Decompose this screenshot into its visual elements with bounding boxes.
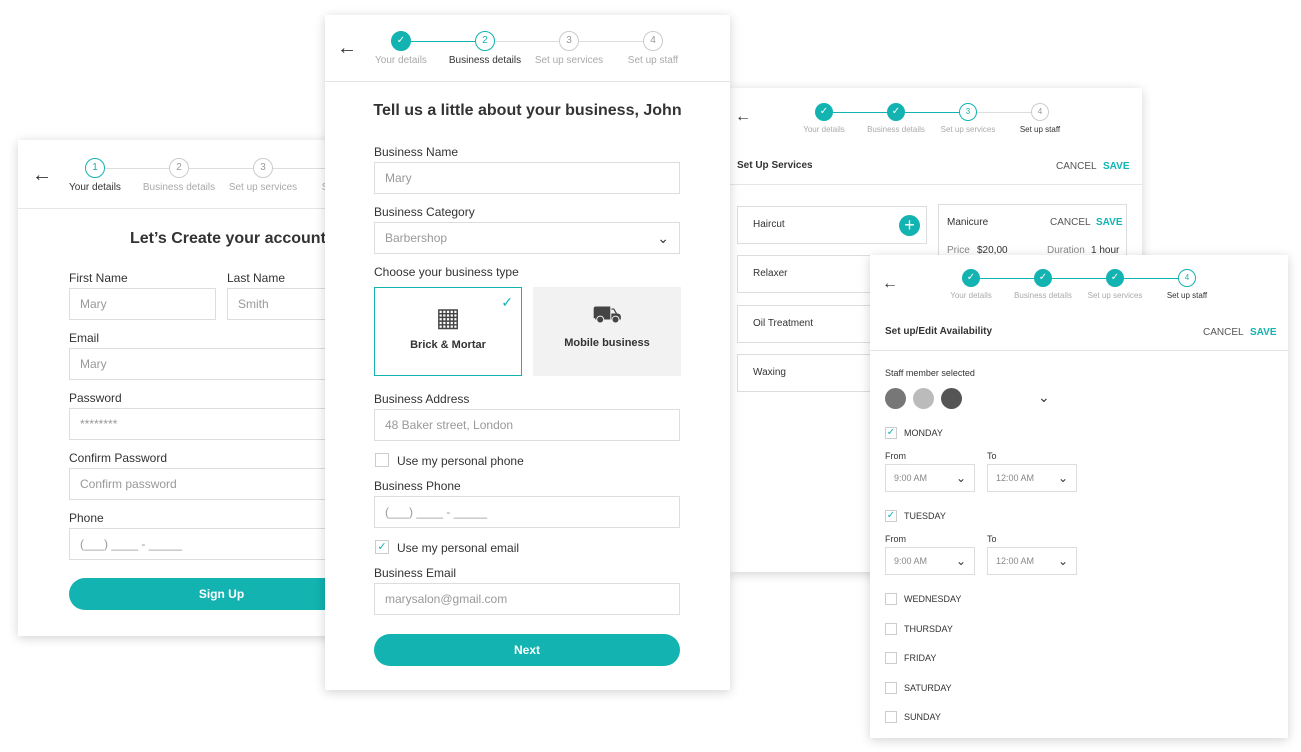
back-arrow-icon[interactable]: ← <box>882 275 898 293</box>
step-set-up-staff: 4Set up staff <box>1137 269 1237 300</box>
detail-cancel-button[interactable]: CANCEL <box>1050 217 1091 228</box>
day-checkbox[interactable] <box>885 622 897 635</box>
business-phone-input[interactable]: (___) ____ - _____ <box>374 496 680 528</box>
day-checkbox[interactable]: ✓ <box>885 510 897 522</box>
day-checkbox[interactable]: ✓ <box>885 427 897 439</box>
page-title: Let’s Create your account <box>130 230 326 247</box>
service-item[interactable]: Haircut + <box>737 206 927 244</box>
building-icon: ▦ <box>435 302 461 332</box>
business-email-input[interactable]: marysalon@gmail.com <box>374 583 680 615</box>
cancel-button[interactable]: CANCEL <box>1203 327 1244 338</box>
chevron-down-icon: ⌄ <box>1057 554 1068 568</box>
selected-category: Barbershop <box>385 231 448 245</box>
personal-email-checkbox[interactable]: ✓ <box>375 540 389 554</box>
option-label: Mobile business <box>564 337 650 349</box>
option-label: Brick & Mortar <box>410 339 486 351</box>
from-time-select[interactable]: 9:00 AM ⌄ <box>885 464 975 492</box>
day-label: SATURDAY <box>904 682 952 693</box>
day-label: WEDNESDAY <box>904 594 962 604</box>
phone-label: Phone <box>69 511 104 525</box>
service-detail-name: Manicure <box>947 217 989 228</box>
personal-email-label: Use my personal email <box>397 541 520 555</box>
staff-avatar[interactable] <box>885 388 906 409</box>
business-category-label: Business Category <box>374 205 475 219</box>
from-label: From <box>885 451 906 461</box>
next-button[interactable]: Next <box>374 634 680 666</box>
email-label: Email <box>69 331 100 345</box>
staff-availability-card: ← ✓ Your details ✓ Business details ✓ Set u… <box>870 255 1288 738</box>
step-set-up-staff: 4Set up staff <box>603 31 703 66</box>
section-title: Set Up Services <box>737 160 813 171</box>
confirm-password-label: Confirm Password <box>69 451 168 465</box>
password-label: Password <box>69 391 122 405</box>
business-address-input[interactable]: 48 Baker street, London <box>374 409 680 441</box>
first-name-input[interactable]: Mary <box>69 288 216 320</box>
business-details-card: ← ✓ Your details 2 Business details 3 Set u… <box>325 15 730 690</box>
from-label: From <box>885 534 906 544</box>
page-title: Tell us a little about your business, Jo… <box>373 102 682 119</box>
staff-avatar[interactable] <box>913 388 934 409</box>
business-type-label: Choose your business type <box>374 265 519 279</box>
step-set-up-staff: 4Set up staff <box>990 103 1090 134</box>
detail-save-button[interactable]: SAVE <box>1096 217 1123 228</box>
to-label: To <box>987 534 997 544</box>
back-arrow-icon[interactable]: ← <box>735 108 751 126</box>
personal-phone-label: Use my personal phone <box>397 454 524 468</box>
chevron-down-icon: ⌄ <box>955 471 966 485</box>
day-label: THURSDAY <box>904 623 953 634</box>
save-button[interactable]: SAVE <box>1103 161 1130 172</box>
save-button[interactable]: SAVE <box>1250 327 1277 338</box>
section-title: Set up/Edit Availability <box>885 326 993 337</box>
from-time-select[interactable]: 9:00 AM ⌄ <box>885 547 975 575</box>
service-name: Haircut <box>753 219 785 230</box>
brick-mortar-option[interactable]: ▦ Brick & Mortar ✓ <box>374 287 522 376</box>
personal-phone-checkbox[interactable] <box>375 453 389 467</box>
day-label: FRIDAY <box>904 653 937 664</box>
staff-label: Staff member selected <box>885 368 975 378</box>
day-label: SUNDAY <box>904 712 941 723</box>
add-icon[interactable]: + <box>899 215 920 236</box>
business-name-label: Business Name <box>374 145 459 159</box>
day-checkbox[interactable] <box>885 681 897 694</box>
to-time-select[interactable]: 12:00 AM ⌄ <box>987 464 1077 492</box>
day-checkbox[interactable] <box>885 593 897 605</box>
first-name-label: First Name <box>69 271 128 285</box>
last-name-label: Last Name <box>227 271 286 285</box>
day-checkbox[interactable] <box>885 652 897 665</box>
business-category-select[interactable]: Barbershop ⌄ <box>374 222 680 254</box>
car-location-icon: ⛟ <box>591 301 623 328</box>
cancel-button[interactable]: CANCEL <box>1056 161 1097 172</box>
day-label: MONDAY <box>904 428 943 438</box>
staff-dropdown-chevron-icon[interactable]: ⌄ <box>1038 389 1050 406</box>
mobile-business-option[interactable]: ⛟ Mobile business <box>533 287 681 376</box>
to-time-select[interactable]: 12:00 AM ⌄ <box>987 547 1077 575</box>
business-phone-label: Business Phone <box>374 479 461 493</box>
to-label: To <box>987 451 997 461</box>
business-name-input[interactable]: Mary <box>374 162 680 194</box>
business-address-label: Business Address <box>374 392 470 406</box>
staff-avatar[interactable] <box>941 388 962 409</box>
day-label: TUESDAY <box>904 511 946 521</box>
check-icon: ✓ <box>501 294 513 310</box>
chevron-down-icon: ⌄ <box>657 230 669 246</box>
chevron-down-icon: ⌄ <box>1057 471 1068 485</box>
chevron-down-icon: ⌄ <box>955 554 966 568</box>
business-email-label: Business Email <box>374 566 457 580</box>
day-checkbox[interactable] <box>885 711 897 724</box>
